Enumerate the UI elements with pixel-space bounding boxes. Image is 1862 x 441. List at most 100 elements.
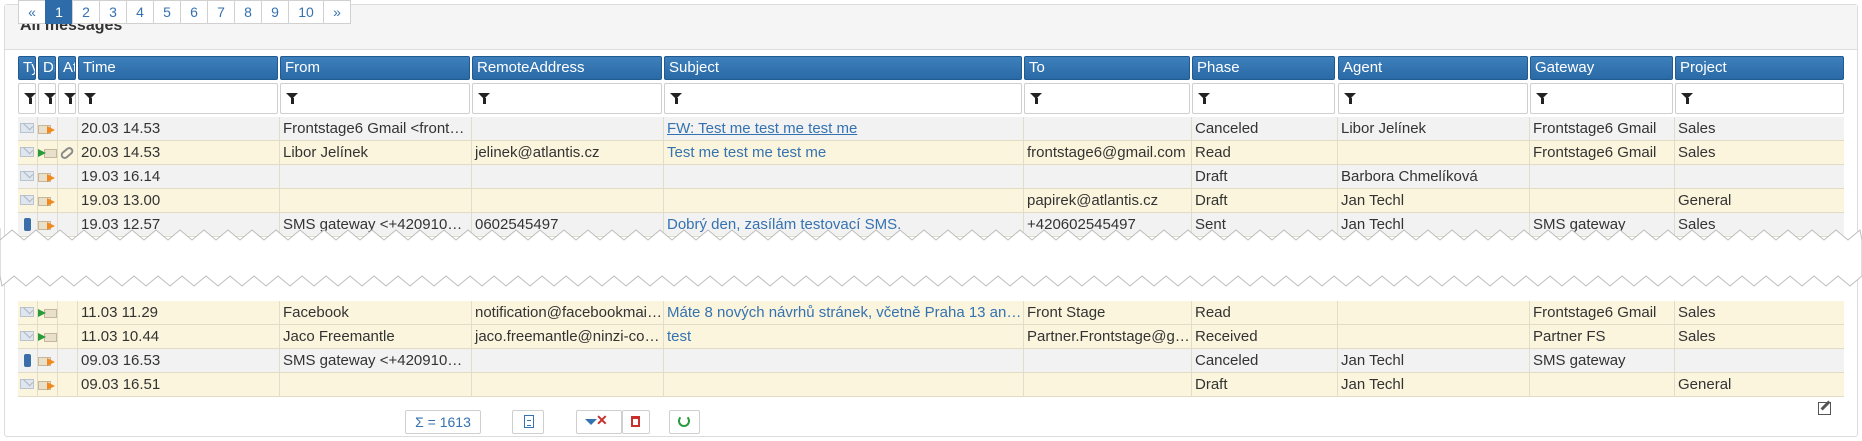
filter-input-phase[interactable]	[1192, 83, 1335, 114]
cell-agent	[1338, 141, 1528, 165]
clear-filter-button[interactable]: ✕	[576, 410, 622, 434]
filter-input-from[interactable]	[280, 83, 470, 114]
column-header-phase[interactable]: Phase	[1192, 56, 1335, 80]
column-header-to[interactable]: To	[1024, 56, 1190, 80]
pager-page-3[interactable]: 3	[99, 0, 127, 24]
cell-subject[interactable]: FW: Test me test me test me	[664, 117, 1022, 141]
paperclip-icon	[59, 145, 75, 161]
filter-input-gateway[interactable]	[1530, 83, 1673, 114]
cell-from: Frontstage6 Gmail <fronts…	[283, 120, 470, 137]
document-icon	[524, 415, 534, 428]
cell-from: Libor Jelínek	[283, 144, 369, 161]
column-header-direction[interactable]: Dir	[38, 56, 56, 80]
pager-page-10[interactable]: 10	[288, 0, 324, 24]
cell-to	[1024, 165, 1190, 189]
delete-button[interactable]	[622, 410, 650, 434]
filter-input-attachment[interactable]	[58, 83, 76, 114]
pager-page-2[interactable]: 2	[72, 0, 100, 24]
table-row[interactable]: 11.03 10.44 Jaco Freemantle jaco.freemantl…	[18, 325, 1844, 349]
cell-subject[interactable]: test	[664, 325, 1022, 349]
filter-icon	[1030, 93, 1042, 104]
cell-agent: Jan Techl	[1341, 192, 1405, 209]
envelope-icon	[20, 379, 34, 389]
cell-phase: Draft	[1195, 376, 1228, 393]
refresh-button[interactable]	[669, 410, 700, 434]
cell-time: 09.03 16.53	[81, 352, 161, 369]
cell-agent: Barbora Chmelíková	[1341, 168, 1478, 185]
envelope-icon	[20, 195, 34, 205]
table-row[interactable]: 09.03 16.51 Draft Jan Techl General	[18, 373, 1844, 397]
cell-gateway: Partner FS	[1533, 328, 1606, 345]
cell-subject[interactable]: Máte 8 nových návrhů stránek, včetně Pra…	[664, 301, 1022, 325]
export-button[interactable]	[512, 410, 544, 434]
cell-project: Sales	[1678, 328, 1716, 345]
pager-next-button[interactable]: »	[323, 0, 351, 24]
pager-page-6[interactable]: 6	[180, 0, 208, 24]
cell-agent: Jan Techl	[1341, 376, 1405, 393]
table-row[interactable]: 20.03 14.53 Libor Jelínek jelinek@atlantis…	[18, 141, 1844, 165]
envelope-icon	[20, 171, 34, 181]
cell-phase: Canceled	[1195, 120, 1259, 137]
envelope-icon	[20, 331, 34, 341]
column-header-type[interactable]: Ty	[18, 56, 36, 80]
outgoing-icon	[38, 195, 56, 207]
column-header-attachment[interactable]: Att	[58, 56, 76, 80]
column-header-gateway[interactable]: Gateway	[1530, 56, 1673, 80]
cell-subject[interactable]: Test me test me test me	[664, 141, 1022, 165]
cell-from: Jaco Freemantle	[283, 328, 395, 345]
filter-icon	[478, 93, 490, 104]
cell-gateway	[1530, 189, 1673, 213]
cell-project: General	[1678, 376, 1732, 393]
filter-input-project[interactable]	[1675, 83, 1844, 114]
pager-page-5[interactable]: 5	[153, 0, 181, 24]
pager-page-4[interactable]: 4	[126, 0, 154, 24]
cell-time: 09.03 16.51	[81, 376, 161, 393]
cell-time: 11.03 11.29	[81, 304, 159, 321]
cell-to	[1024, 349, 1190, 373]
cell-time: 11.03 10.44	[81, 328, 160, 345]
filter-input-subject[interactable]	[664, 83, 1022, 114]
cell-project: Sales	[1678, 120, 1716, 137]
column-header-time[interactable]: Time	[78, 56, 278, 80]
pager-prev-button[interactable]: «	[18, 0, 46, 24]
filter-input-direction[interactable]	[38, 83, 56, 114]
cell-agent	[1338, 325, 1528, 349]
phone-icon	[24, 354, 31, 367]
table-row[interactable]: 20.03 14.53 Frontstage6 Gmail <fronts… FW:…	[18, 117, 1844, 141]
column-header-from[interactable]: From	[280, 56, 470, 80]
cell-project: Sales	[1678, 144, 1716, 161]
filter-input-time[interactable]	[78, 83, 278, 114]
column-header-subject[interactable]: Subject	[664, 56, 1022, 80]
pager-page-7[interactable]: 7	[207, 0, 235, 24]
column-divider	[57, 301, 58, 325]
filter-icon	[24, 93, 36, 104]
table-row[interactable]: 09.03 16.53 SMS gateway <+4209103… Cancele…	[18, 349, 1844, 373]
filter-input-remote-address[interactable]	[472, 83, 662, 114]
pager-page-8[interactable]: 8	[234, 0, 262, 24]
column-header-remote-address[interactable]: RemoteAddress	[472, 56, 662, 80]
cell-agent: Libor Jelínek	[1341, 120, 1427, 137]
filter-input-to[interactable]	[1024, 83, 1190, 114]
cell-project: Sales	[1678, 304, 1716, 321]
cell-remote	[472, 373, 662, 397]
table-row[interactable]: 19.03 16.14 Draft Barbora Chmelíková	[18, 165, 1844, 189]
envelope-icon	[20, 147, 34, 157]
column-header-project[interactable]: Project	[1675, 56, 1844, 80]
cell-agent	[1338, 301, 1528, 325]
filter-icon	[1344, 93, 1356, 104]
outgoing-icon	[38, 171, 56, 183]
outgoing-icon	[38, 355, 56, 367]
pager-page-9[interactable]: 9	[261, 0, 289, 24]
incoming-icon	[38, 147, 57, 159]
cell-time: 20.03 14.53	[81, 120, 161, 137]
column-header-agent[interactable]: Agent	[1338, 56, 1528, 80]
filter-input-type[interactable]	[18, 83, 36, 114]
column-divider	[57, 349, 58, 373]
table-row[interactable]: 19.03 13.00 papirek@atlantis.cz Draft Jan T…	[18, 189, 1844, 213]
filter-input-agent[interactable]	[1338, 83, 1528, 114]
edit-icon[interactable]	[1818, 402, 1831, 415]
filter-icon	[44, 93, 56, 104]
pager-page-1[interactable]: 1	[45, 0, 73, 24]
trash-icon	[631, 416, 640, 427]
table-row[interactable]: 11.03 11.29 Facebook notification@facebook…	[18, 301, 1844, 325]
